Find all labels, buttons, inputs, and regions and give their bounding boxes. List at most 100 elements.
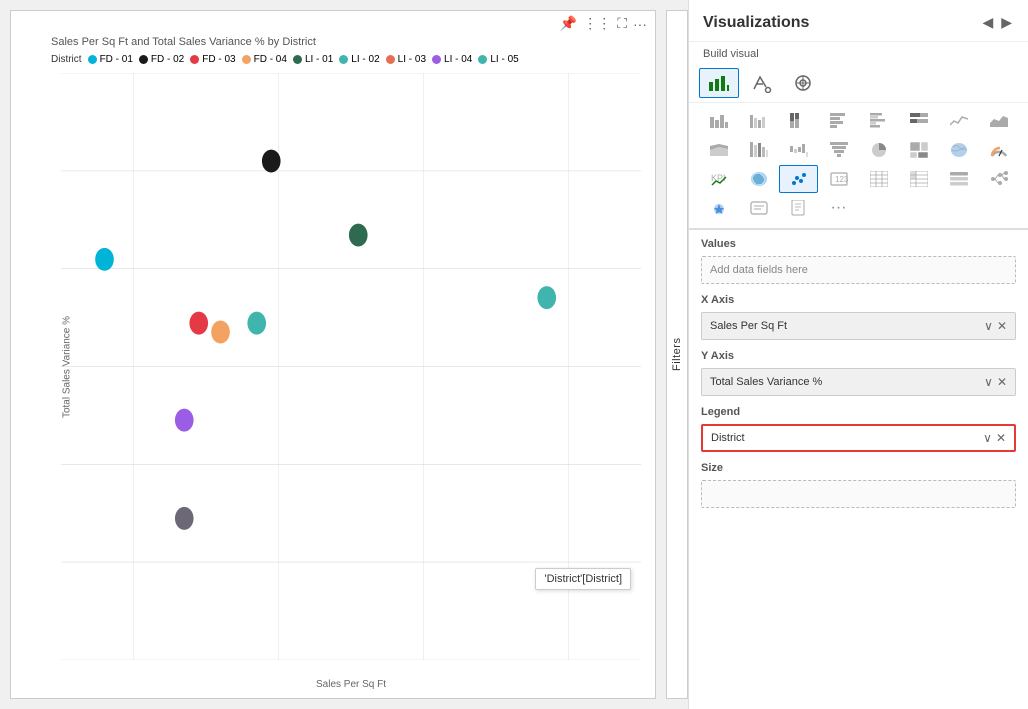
legend-dot-fd04 (242, 55, 251, 64)
viz-treemap[interactable] (899, 136, 938, 164)
tooltip-bubble: 'District'[District] (535, 568, 631, 590)
x-axis-label: Sales Per Sq Ft (316, 679, 386, 690)
legend-label-fd02: FD - 02 (151, 54, 184, 65)
panel-prev-icon[interactable]: ◀ (980, 12, 995, 33)
viz-clustered-bar[interactable] (739, 107, 778, 135)
viz-scatter active[interactable] (779, 165, 818, 193)
legend-item-li05: LI - 05 (478, 54, 518, 65)
point-fd01 (95, 248, 114, 271)
legend-label-fd01: FD - 01 (100, 54, 133, 65)
legend-dot-fd03 (190, 55, 199, 64)
legend-title: District (51, 54, 82, 65)
point-li01 (349, 224, 368, 247)
viz-ribbon[interactable] (739, 136, 778, 164)
viz-pie[interactable] (859, 136, 898, 164)
legend-item-fd01: FD - 01 (88, 54, 133, 65)
xaxis-remove-icon[interactable]: ✕ (997, 319, 1007, 333)
legend-box[interactable]: District ∨ ✕ (701, 424, 1016, 452)
size-label: Size (701, 460, 1016, 476)
legend-label-fd03: FD - 03 (202, 54, 235, 65)
viz-area[interactable] (979, 107, 1018, 135)
viz-decomp-tree[interactable] (979, 165, 1018, 193)
visualizations-panel: Visualizations ◀ ▶ Build visual (688, 0, 1028, 709)
values-box[interactable]: Add data fields here (701, 256, 1016, 284)
viz-funnel[interactable] (819, 136, 858, 164)
panel-next-icon[interactable]: ▶ (999, 12, 1014, 33)
panel-nav-icons: ◀ ▶ (980, 12, 1014, 33)
point-fd03 (189, 312, 208, 335)
size-section: Size (701, 460, 1016, 508)
legend-item-li03: LI - 03 (386, 54, 426, 65)
viz-gauge[interactable] (979, 136, 1018, 164)
filter-icon[interactable]: ⋮⋮ (583, 15, 611, 32)
viz-tab-paint[interactable] (741, 68, 781, 98)
yaxis-dropdown-icon[interactable]: ∨ (984, 375, 993, 389)
viz-stacked-bar[interactable] (699, 107, 738, 135)
viz-matrix[interactable] (899, 165, 938, 193)
tooltip-text: 'District'[District] (544, 573, 622, 585)
legend-section: Legend District ∨ ✕ (701, 404, 1016, 452)
legend-item-li02: LI - 02 (339, 54, 379, 65)
chart-title: Sales Per Sq Ft and Total Sales Variance… (11, 36, 655, 52)
values-label: Values (701, 236, 1016, 252)
legend-label: District (51, 54, 82, 65)
yaxis-section: Y Axis Total Sales Variance % ∨ ✕ (701, 348, 1016, 396)
viz-stacked-area[interactable] (699, 136, 738, 164)
point-fd04 (211, 321, 230, 344)
legend-label-li03: LI - 03 (398, 54, 426, 65)
viz-line[interactable] (939, 107, 978, 135)
viz-grouped-horizontal[interactable] (859, 107, 898, 135)
legend-well-label: Legend (701, 404, 1016, 420)
legend-item-fd03: FD - 03 (190, 54, 235, 65)
filters-tab[interactable]: Filters (666, 10, 688, 699)
values-placeholder: Add data fields here (710, 264, 808, 276)
legend-remove-icon[interactable]: ✕ (996, 431, 1006, 445)
viz-paginated[interactable] (779, 194, 818, 222)
yaxis-remove-icon[interactable]: ✕ (997, 375, 1007, 389)
xaxis-dropdown-icon[interactable]: ∨ (984, 319, 993, 333)
viz-slicer[interactable] (939, 165, 978, 193)
xaxis-value: Sales Per Sq Ft (710, 320, 787, 332)
chart-container: 📌 ⋮⋮ ⛶ ··· Sales Per Sq Ft and Total Sal… (10, 10, 656, 699)
xaxis-box[interactable]: Sales Per Sq Ft ∨ ✕ (701, 312, 1016, 340)
legend-item-li04: LI - 04 (432, 54, 472, 65)
yaxis-box[interactable]: Total Sales Variance % ∨ ✕ (701, 368, 1016, 396)
viz-100pct-horizontal[interactable] (899, 107, 938, 135)
legend-dot-li03 (386, 55, 395, 64)
legend-item-fd02: FD - 02 (139, 54, 184, 65)
more-icon[interactable]: ··· (633, 16, 647, 32)
legend-value: District (711, 432, 745, 444)
viz-card[interactable]: 123 (819, 165, 858, 193)
xaxis-actions: ∨ ✕ (984, 319, 1007, 333)
yaxis-actions: ∨ ✕ (984, 375, 1007, 389)
viz-100pct-bar[interactable] (779, 107, 818, 135)
svg-text:123: 123 (835, 175, 848, 184)
yaxis-value: Total Sales Variance % (710, 376, 822, 388)
legend-item-fd04: FD - 04 (242, 54, 287, 65)
viz-more-options[interactable]: ··· (819, 194, 858, 222)
build-visual-label: Build visual (689, 42, 1028, 64)
values-section: Values Add data fields here (701, 236, 1016, 284)
legend-label-li02: LI - 02 (351, 54, 379, 65)
viz-smart-narrative[interactable] (739, 194, 778, 222)
viz-key-influencers[interactable] (699, 194, 738, 222)
viz-horizontal-bar[interactable] (819, 107, 858, 135)
xaxis-label: X Axis (701, 292, 1016, 308)
viz-filled-map[interactable] (739, 165, 778, 193)
viz-type-tabs (689, 64, 1028, 103)
viz-kpi[interactable]: KPI (699, 165, 738, 193)
legend-dropdown-icon[interactable]: ∨ (983, 431, 992, 445)
viz-table[interactable] (859, 165, 898, 193)
chart-legend: District FD - 01 FD - 02 FD - 03 FD - 04… (11, 52, 655, 69)
viz-tab-analytics[interactable] (783, 68, 823, 98)
legend-dot-fd02 (139, 55, 148, 64)
viz-map[interactable] (939, 136, 978, 164)
legend-dot-li02 (339, 55, 348, 64)
viz-tab-chart[interactable] (699, 68, 739, 98)
viz-waterfall[interactable] (779, 136, 818, 164)
pin-icon[interactable]: 📌 (560, 15, 577, 32)
point-li04 (175, 507, 194, 530)
size-box[interactable] (701, 480, 1016, 508)
legend-actions: ∨ ✕ (983, 431, 1006, 445)
expand-icon[interactable]: ⛶ (617, 15, 627, 32)
